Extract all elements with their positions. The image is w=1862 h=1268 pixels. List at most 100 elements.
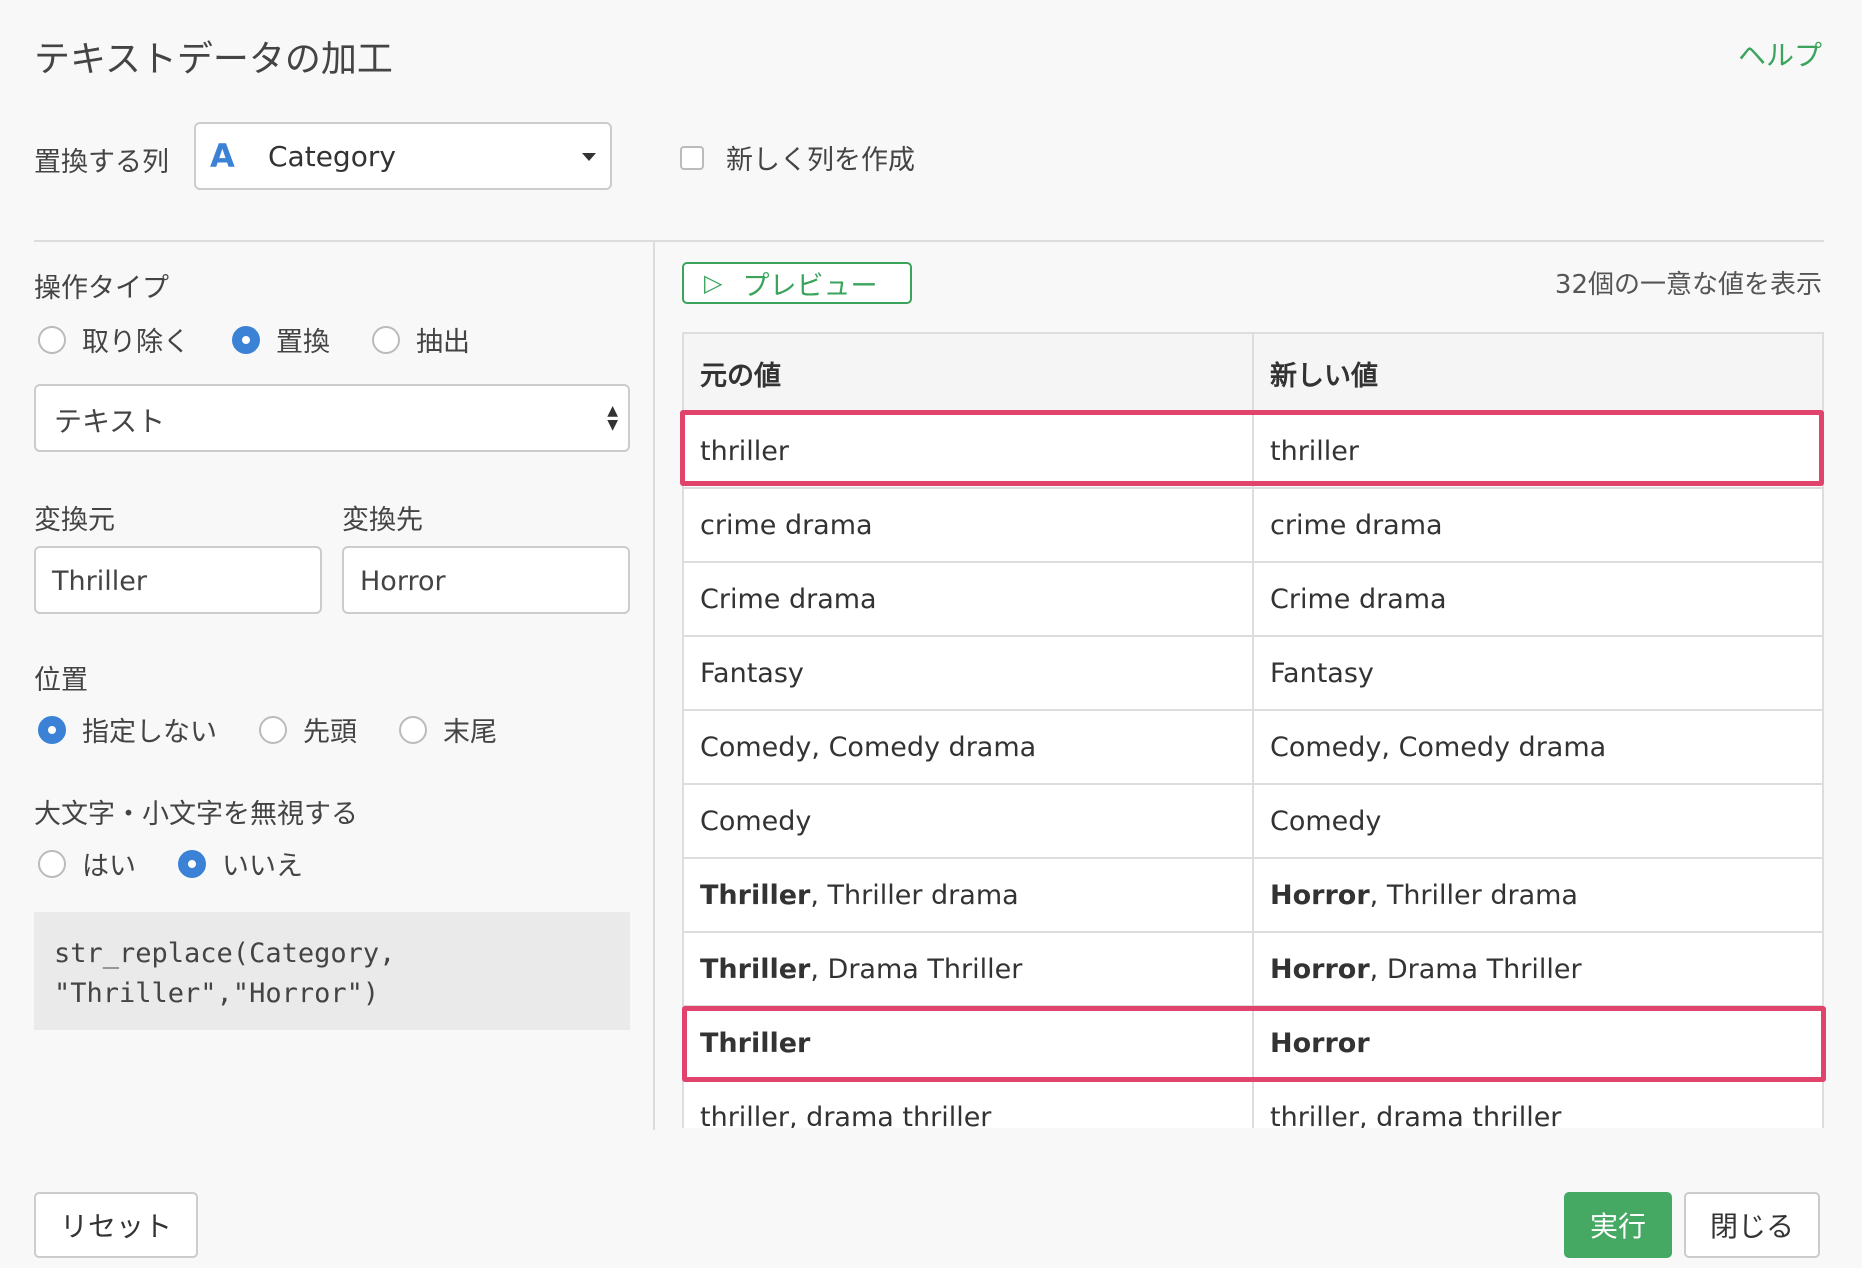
cell-original: Thriller, Thriller drama (684, 858, 1254, 933)
radio-replace[interactable]: 置換 (232, 320, 330, 359)
cell-text: Crime drama (1270, 583, 1447, 615)
table-row: Comedy Comedy (684, 784, 1822, 859)
cell-text: thriller, drama thriller (700, 1101, 992, 1129)
position-label: 位置 (34, 665, 88, 696)
cell-new: Crime drama (1253, 562, 1822, 637)
generated-code: str_replace(Category, "Thriller","Horror… (34, 912, 630, 1030)
cell-new: thriller, drama thriller (1253, 1080, 1822, 1128)
cell-text: Crime drama (700, 583, 877, 615)
from-label: 変換元 (34, 505, 115, 536)
operation-type-radios: 取り除く 置換 抽出 (38, 320, 512, 359)
run-button[interactable]: 実行 (1564, 1192, 1672, 1258)
to-label: 変換先 (342, 505, 423, 536)
column-select[interactable]: A Category (194, 122, 612, 190)
cell-new: Horror, Thriller drama (1253, 858, 1822, 933)
cell-text: , Thriller drama (810, 879, 1019, 911)
cell-new: Comedy (1253, 784, 1822, 859)
radio-button[interactable] (38, 715, 66, 744)
column-select-value: Category (268, 139, 396, 173)
cell-match: Thriller (700, 879, 811, 911)
cell-original: thriller (684, 414, 1254, 489)
cell-text: Comedy (1270, 805, 1382, 837)
header-new: 新しい値 (1253, 334, 1822, 415)
cell-original: Comedy (684, 784, 1254, 859)
preview-table: 元の値 新しい値 thriller thriller crime drama crim… (682, 332, 1824, 1128)
cell-original: Crime drama (684, 562, 1254, 637)
table-row: Comedy, Comedy drama Comedy, Comedy drama (684, 710, 1822, 785)
ignore-case-radios: はい いいえ (38, 844, 345, 883)
cell-text: crime drama (1270, 509, 1443, 541)
cell-original: Comedy, Comedy drama (684, 710, 1254, 785)
cell-original: crime drama (684, 488, 1254, 563)
cell-text: , Thriller drama (1369, 879, 1578, 911)
table-row: Thriller Horror (684, 1006, 1822, 1081)
radio-extract[interactable]: 抽出 (372, 320, 470, 359)
updown-arrows-icon: ▲ ▼ (607, 403, 618, 433)
radio-button[interactable] (232, 325, 260, 354)
cell-new: Comedy, Comedy drama (1253, 710, 1822, 785)
radio-remove[interactable]: 取り除く (38, 320, 190, 359)
cell-text: crime drama (700, 509, 873, 541)
operation-type-label: 操作タイプ (34, 273, 169, 304)
help-link[interactable]: ヘルプ (1738, 34, 1822, 74)
table-header: 元の値 新しい値 (684, 334, 1822, 415)
cell-original: thriller, drama thriller (684, 1080, 1254, 1129)
radio-button[interactable] (372, 325, 400, 354)
table-row: Thriller, Thriller drama Horror, Thriller… (684, 858, 1822, 933)
new-column-option[interactable]: 新しく列を作成 (680, 138, 915, 177)
cell-match: Thriller (700, 953, 811, 985)
play-icon: ▷ (704, 269, 723, 297)
cell-new: Fantasy (1253, 636, 1822, 711)
table-row: Crime drama Crime drama (684, 562, 1822, 637)
cell-text: , Drama Thriller (810, 953, 1023, 985)
cell-match: Horror (1270, 879, 1370, 911)
cell-original: Thriller (684, 1006, 1254, 1081)
table-row: thriller, drama thriller thriller, drama … (684, 1080, 1822, 1128)
cell-match: Horror (1270, 953, 1370, 985)
table-row: thriller thriller (684, 414, 1822, 489)
cell-text: thriller, drama thriller (1270, 1101, 1562, 1129)
cell-new: Horror, Drama Thriller (1253, 932, 1822, 1007)
radio-button[interactable] (38, 849, 66, 878)
radio-no-position[interactable]: 指定しない (38, 710, 217, 749)
radio-button[interactable] (178, 849, 206, 878)
position-radios: 指定しない 先頭 末尾 (38, 710, 539, 749)
divider (34, 240, 1824, 242)
cell-text: thriller (700, 435, 790, 467)
radio-end[interactable]: 末尾 (399, 710, 497, 749)
from-input[interactable]: Thriller (34, 546, 322, 614)
close-button[interactable]: 閉じる (1684, 1192, 1820, 1258)
new-column-checkbox[interactable] (680, 145, 704, 170)
reset-button[interactable]: リセット (34, 1192, 198, 1258)
new-column-label: 新しく列を作成 (726, 145, 915, 176)
header-original: 元の値 (684, 334, 1254, 415)
string-type-icon: A (210, 137, 235, 175)
cell-text: Comedy, Comedy drama (700, 731, 1037, 763)
radio-no[interactable]: いいえ (178, 844, 303, 883)
table-row: crime drama crime drama (684, 488, 1822, 563)
radio-button[interactable] (399, 715, 427, 744)
cell-original: Thriller, Drama Thriller (684, 932, 1254, 1007)
cell-text: , Drama Thriller (1369, 953, 1582, 985)
cell-text: Fantasy (1270, 657, 1374, 689)
cell-text: Comedy, Comedy drama (1270, 731, 1607, 763)
radio-start[interactable]: 先頭 (259, 710, 357, 749)
cell-new: thriller (1253, 414, 1822, 489)
table-row: Fantasy Fantasy (684, 636, 1822, 711)
cell-text: Comedy (700, 805, 812, 837)
radio-yes[interactable]: はい (38, 844, 136, 883)
radio-button[interactable] (38, 325, 66, 354)
cell-text: thriller (1270, 435, 1360, 467)
panel-divider (653, 242, 655, 1130)
chevron-down-icon (582, 153, 596, 161)
preview-button[interactable]: ▷ プレビュー (682, 262, 912, 304)
cell-original: Fantasy (684, 636, 1254, 711)
table-row: Thriller, Drama Thriller Horror, Drama Th… (684, 932, 1822, 1007)
to-input[interactable]: Horror (342, 546, 630, 614)
cell-new: Horror (1253, 1006, 1822, 1081)
unique-count: 32個の一意な値を表示 (1554, 270, 1822, 300)
cell-match: Thriller (700, 1027, 811, 1059)
match-mode-select[interactable]: テキスト ▲ ▼ (34, 384, 630, 452)
target-column-label: 置換する列 (34, 147, 169, 178)
radio-button[interactable] (259, 715, 287, 744)
